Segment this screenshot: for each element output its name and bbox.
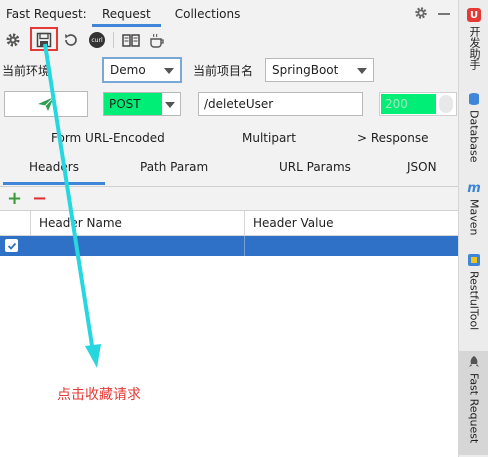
curl-icon[interactable]: curl: [87, 30, 107, 50]
database-icon: [469, 93, 479, 105]
row-checkbox[interactable]: [5, 239, 18, 252]
checkmark-icon: [7, 242, 16, 250]
sidebar-item-label: Fast Request: [467, 373, 481, 444]
sidebar-item-database[interactable]: Database: [459, 92, 488, 163]
tool-window-title: Fast Request:: [6, 7, 87, 21]
dev-assistant-icon: U: [467, 8, 481, 22]
curl-icon-text: curl: [89, 32, 105, 48]
tab-form-url-encoded[interactable]: Form URL-Encoded: [51, 131, 165, 145]
body-tabs: Form URL-Encoded Multipart > Response: [0, 128, 458, 150]
chevron-down-icon: [357, 68, 367, 74]
book-icon[interactable]: [121, 30, 141, 50]
sidebar-item-label: RestfulTool: [467, 271, 481, 331]
maven-icon: m: [467, 180, 481, 196]
remove-row-icon[interactable]: −: [32, 190, 47, 208]
sidebar-item-maven[interactable]: m Maven: [459, 180, 488, 236]
coffee-icon[interactable]: [147, 30, 167, 50]
table-header: Header Name Header Value: [0, 211, 458, 236]
tab-path-param[interactable]: Path Param: [140, 160, 208, 174]
tab-headers[interactable]: Headers: [29, 160, 79, 174]
param-tabs: Headers Path Param URL Params JSON: [0, 157, 458, 179]
tab-json[interactable]: JSON: [407, 160, 437, 174]
column-divider: [244, 211, 245, 236]
sidebar-item-restfultool[interactable]: RestfulTool: [459, 253, 488, 330]
env-select[interactable]: Demo: [102, 57, 182, 83]
sidebar-item-label: Maven: [467, 199, 481, 236]
tab-response[interactable]: > Response: [357, 131, 429, 145]
env-label: 当前环境: [2, 64, 51, 78]
refresh-icon[interactable]: [61, 30, 81, 50]
tab-collections[interactable]: Collections: [163, 0, 253, 27]
tab-multipart[interactable]: Multipart: [242, 131, 296, 145]
right-tool-strip: U 开发助手 Database m Maven RestfulTool Fast…: [458, 0, 488, 457]
method-select[interactable]: POST: [103, 92, 181, 116]
sidebar-item-fast-request[interactable]: Fast Request: [459, 351, 488, 455]
status-code: 200: [381, 94, 436, 114]
headers-panel: + − Header Name Header Value: [0, 186, 458, 457]
annotation-text: 点击收藏请求: [57, 387, 141, 403]
toolbar: curl: [0, 28, 458, 52]
status-field: 200: [379, 92, 457, 116]
toolbar-divider: [113, 32, 114, 48]
active-tab-indicator: [3, 182, 105, 185]
project-label: 当前项目名: [193, 64, 254, 78]
method-value: POST: [104, 93, 162, 115]
save-highlight-box: [30, 27, 58, 51]
rocket-icon: [469, 356, 479, 367]
table-toolbar: + −: [0, 187, 458, 211]
sidebar-item-label: 开发助手: [468, 26, 481, 70]
column-header-name[interactable]: Header Name: [39, 216, 122, 230]
fast-request-panel: Fast Request: Request Collections curl 当…: [0, 0, 458, 457]
project-select[interactable]: SpringBoot: [265, 58, 374, 82]
tool-window-header: Fast Request: Request Collections: [0, 0, 458, 27]
table-row[interactable]: [0, 236, 458, 256]
chevron-down-icon: [165, 102, 175, 108]
column-header-value[interactable]: Header Value: [253, 216, 333, 230]
chevron-down-icon: [164, 68, 174, 74]
restfultool-icon: [468, 254, 480, 266]
tab-url-params[interactable]: URL Params: [279, 160, 351, 174]
sidebar-item-dev-assistant[interactable]: U 开发助手: [459, 8, 488, 70]
url-input[interactable]: /deleteUser: [198, 92, 363, 116]
send-icon: [38, 96, 55, 111]
column-divider: [244, 236, 245, 256]
tab-request[interactable]: Request: [90, 0, 163, 27]
minimize-icon[interactable]: [438, 13, 450, 15]
env-select-value: Demo: [110, 63, 146, 77]
send-button[interactable]: [4, 91, 88, 117]
gear-icon[interactable]: [3, 30, 23, 50]
project-select-value: SpringBoot: [272, 63, 339, 77]
column-divider: [30, 211, 31, 236]
add-row-icon[interactable]: +: [7, 190, 22, 208]
settings-gear-icon[interactable]: [414, 6, 428, 20]
sidebar-item-label: Database: [467, 110, 481, 163]
status-spinner: [439, 95, 453, 113]
